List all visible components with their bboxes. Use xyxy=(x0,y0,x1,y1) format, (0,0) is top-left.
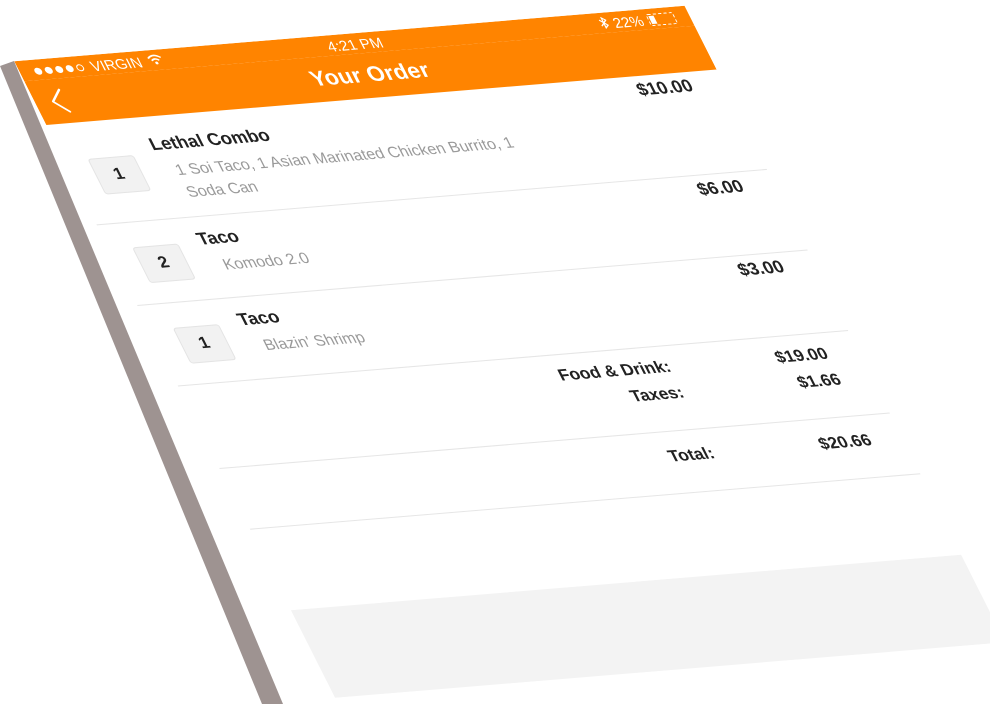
taxes-value: $1.66 xyxy=(794,371,845,392)
total-value: $20.66 xyxy=(815,432,876,454)
item-name: Lethal Combo xyxy=(145,125,274,155)
stage: VIRGIN 4:21 PM 22% Your Order 1 Lethal C… xyxy=(0,0,990,704)
item-name: Taco xyxy=(192,226,243,249)
taxes-label: Taxes: xyxy=(627,384,688,406)
quantity-box[interactable]: 1 xyxy=(172,324,237,364)
quantity-box[interactable]: 2 xyxy=(131,243,197,284)
item-price: $6.00 xyxy=(693,176,748,200)
item-price: $10.00 xyxy=(632,76,697,100)
item-price: $3.00 xyxy=(733,257,788,280)
item-name: Taco xyxy=(233,307,284,330)
food-drink-value: $19.00 xyxy=(771,345,832,367)
item-description: Blazin' Shrimp xyxy=(260,328,369,355)
battery-percent: 22% xyxy=(609,12,647,32)
total-label: Total: xyxy=(665,445,719,466)
total-row: Total: $20.66 xyxy=(521,432,876,479)
quantity-box[interactable]: 1 xyxy=(87,155,152,195)
item-description: Komodo 2.0 xyxy=(219,249,313,274)
battery-icon xyxy=(645,11,679,27)
